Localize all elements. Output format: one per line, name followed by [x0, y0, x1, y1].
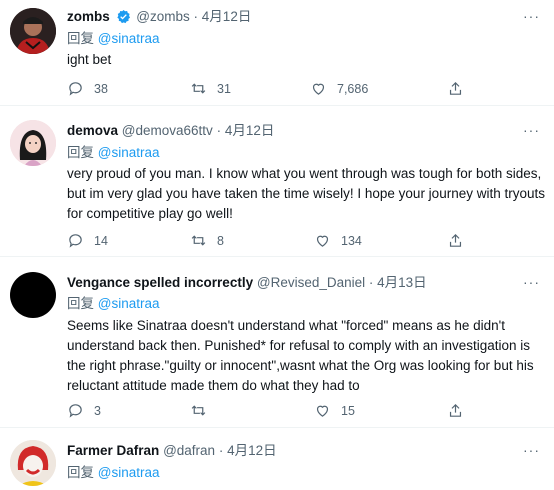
tweet-card[interactable]: Farmer Dafran @dafran · 4月12日 ··· 回复 @si…	[0, 428, 554, 490]
reply-icon	[69, 234, 82, 248]
tweet-text: very proud of you man. I know what you w…	[67, 166, 545, 221]
separator-dot: ·	[193, 9, 199, 24]
reply-button[interactable]: 3	[67, 402, 101, 419]
avatar[interactable]	[10, 272, 56, 318]
reply-count: 3	[94, 403, 101, 418]
tweet-text: ight bet	[67, 52, 112, 67]
reply-button[interactable]: 14	[67, 232, 108, 249]
like-button[interactable]: 15	[314, 402, 355, 419]
author-handle[interactable]: @Revised_Daniel	[257, 275, 365, 290]
verified-badge-icon	[116, 9, 130, 24]
tweet-actions: 3 15	[67, 402, 537, 420]
reply-prefix: 回复	[67, 296, 94, 311]
heart-icon	[316, 405, 329, 417]
reply-context: 回复 @sinatraa	[67, 295, 160, 313]
reply-mention-link[interactable]: @sinatraa	[98, 31, 160, 46]
separator-dot: ·	[218, 443, 224, 458]
author-handle[interactable]: @dafran	[163, 443, 215, 458]
share-icon	[449, 233, 462, 247]
author-name[interactable]: zombs	[67, 9, 110, 24]
tweet-card[interactable]: Vengance spelled incorrectly @Revised_Da…	[0, 257, 554, 428]
more-options-button[interactable]: ···	[523, 122, 540, 138]
author-name[interactable]: Farmer Dafran	[67, 443, 159, 458]
heart-icon	[312, 83, 325, 95]
avatar[interactable]	[10, 120, 56, 166]
tweet-date[interactable]: 4月13日	[377, 275, 427, 290]
retweet-count: 8	[217, 233, 224, 248]
retweet-button[interactable]	[190, 402, 207, 419]
tweet-card[interactable]: zombs @zombs · 4月12日 ··· 回复 @sinatraa ig…	[0, 0, 554, 106]
share-button[interactable]	[447, 232, 464, 249]
share-button[interactable]	[447, 80, 464, 97]
retweet-icon	[191, 83, 206, 94]
more-options-button[interactable]: ···	[523, 274, 540, 290]
tweet-date[interactable]: 4月12日	[202, 9, 252, 24]
retweet-icon	[191, 405, 206, 416]
reply-mention-link[interactable]: @sinatraa	[98, 145, 160, 160]
author-handle[interactable]: @demova66ttv	[122, 123, 213, 138]
retweet-icon	[191, 235, 206, 246]
reply-icon	[69, 404, 82, 418]
tweet-actions: 14 8 134	[67, 232, 537, 250]
separator-dot: ·	[368, 275, 374, 290]
author-name[interactable]: demova	[67, 123, 118, 138]
tweet-actions: 38 31 7,686	[67, 80, 537, 98]
like-count: 15	[341, 403, 355, 418]
like-button[interactable]: 134	[314, 232, 362, 249]
retweet-button[interactable]: 8	[190, 232, 224, 249]
share-icon	[449, 403, 462, 417]
reply-count: 38	[94, 81, 108, 96]
author-name[interactable]: Vengance spelled incorrectly	[67, 275, 253, 290]
reply-mention-link[interactable]: @sinatraa	[98, 465, 160, 480]
tweet-text: Seems like Sinatraa doesn't understand w…	[67, 318, 534, 393]
reply-context: 回复 @sinatraa	[67, 144, 160, 162]
reply-prefix: 回复	[67, 145, 94, 160]
separator-dot: ·	[216, 123, 222, 138]
retweet-button[interactable]: 31	[190, 80, 231, 97]
reply-prefix: 回复	[67, 465, 94, 480]
reply-context: 回复 @sinatraa	[67, 30, 160, 48]
tweet-date[interactable]: 4月12日	[225, 123, 275, 138]
reply-mention-link[interactable]: @sinatraa	[98, 296, 160, 311]
reply-button[interactable]: 38	[67, 80, 108, 97]
retweet-count: 31	[217, 81, 231, 96]
avatar[interactable]	[10, 440, 56, 486]
author-handle[interactable]: @zombs	[136, 9, 189, 24]
like-button[interactable]: 7,686	[310, 80, 368, 97]
tweet-card[interactable]: demova @demova66ttv · 4月12日 ··· 回复 @sina…	[0, 106, 554, 257]
reply-prefix: 回复	[67, 31, 94, 46]
share-icon	[449, 81, 462, 95]
share-button[interactable]	[447, 402, 464, 419]
heart-icon	[316, 235, 329, 247]
tweet-date[interactable]: 4月12日	[227, 443, 277, 458]
reply-count: 14	[94, 233, 108, 248]
more-options-button[interactable]: ···	[523, 8, 540, 24]
avatar[interactable]	[10, 8, 56, 54]
like-count: 7,686	[337, 81, 369, 96]
like-count: 134	[341, 233, 362, 248]
reply-icon	[69, 82, 82, 96]
more-options-button[interactable]: ···	[523, 442, 540, 458]
reply-context: 回复 @sinatraa	[67, 464, 160, 482]
